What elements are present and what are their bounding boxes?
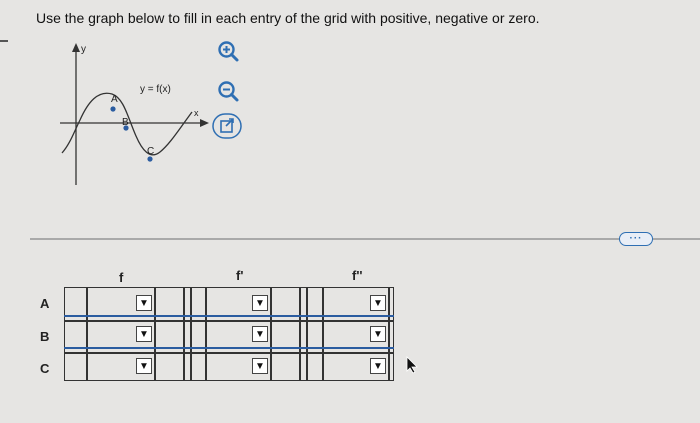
select-b-f-prime[interactable]: ▼ bbox=[252, 326, 268, 342]
dropdown-arrow-icon: ▼ bbox=[139, 360, 149, 372]
point-a-marker bbox=[110, 106, 116, 112]
function-graph: y x y = f(x) A B C bbox=[60, 43, 209, 185]
x-axis-label: x bbox=[194, 108, 199, 118]
dropdown-arrow-icon: ▼ bbox=[373, 297, 383, 309]
select-a-f[interactable]: ▼ bbox=[136, 295, 152, 311]
zoom-out-button[interactable] bbox=[215, 78, 241, 104]
section-divider bbox=[30, 238, 700, 240]
point-a-label: A bbox=[111, 94, 118, 105]
mouse-cursor-icon bbox=[406, 356, 418, 374]
row-header-b: B bbox=[40, 329, 50, 344]
column-header-f: f bbox=[119, 270, 124, 285]
column-header-f-double-prime: f'' bbox=[352, 268, 363, 283]
dropdown-arrow-icon: ▼ bbox=[255, 297, 265, 309]
select-b-f-double-prime[interactable]: ▼ bbox=[370, 326, 386, 342]
column-header-f-prime: f' bbox=[236, 268, 244, 283]
more-options-button[interactable]: ··· bbox=[619, 232, 653, 246]
external-link-icon bbox=[212, 113, 242, 139]
point-b-label: B bbox=[122, 117, 129, 128]
y-axis-label: y bbox=[81, 44, 86, 55]
open-in-new-window-button[interactable] bbox=[212, 113, 242, 139]
curve-label: y = f(x) bbox=[140, 84, 171, 95]
point-c-marker bbox=[147, 156, 153, 162]
left-edge-marker bbox=[0, 40, 8, 42]
select-c-f[interactable]: ▼ bbox=[136, 358, 152, 374]
ellipsis-icon: ··· bbox=[629, 233, 643, 244]
dropdown-arrow-icon: ▼ bbox=[139, 297, 149, 309]
select-b-f[interactable]: ▼ bbox=[136, 326, 152, 342]
dropdown-arrow-icon: ▼ bbox=[139, 328, 149, 340]
dropdown-arrow-icon: ▼ bbox=[255, 328, 265, 340]
zoom-in-icon bbox=[218, 41, 239, 62]
select-c-f-prime[interactable]: ▼ bbox=[252, 358, 268, 374]
select-c-f-double-prime[interactable]: ▼ bbox=[370, 358, 386, 374]
select-a-f-prime[interactable]: ▼ bbox=[252, 295, 268, 311]
dropdown-arrow-icon: ▼ bbox=[255, 360, 265, 372]
select-a-f-double-prime[interactable]: ▼ bbox=[370, 295, 386, 311]
row-header-c: C bbox=[40, 361, 50, 376]
point-c-label: C bbox=[147, 146, 154, 157]
dropdown-arrow-icon: ▼ bbox=[373, 360, 383, 372]
row-header-a: A bbox=[40, 296, 50, 311]
dropdown-arrow-icon: ▼ bbox=[373, 328, 383, 340]
question-prompt: Use the graph below to fill in each entr… bbox=[36, 10, 540, 26]
zoom-in-button[interactable] bbox=[215, 38, 241, 64]
zoom-out-icon bbox=[218, 81, 239, 102]
answer-grid: ▼ ▼ ▼ ▼ ▼ ▼ ▼ ▼ ▼ bbox=[64, 287, 394, 381]
